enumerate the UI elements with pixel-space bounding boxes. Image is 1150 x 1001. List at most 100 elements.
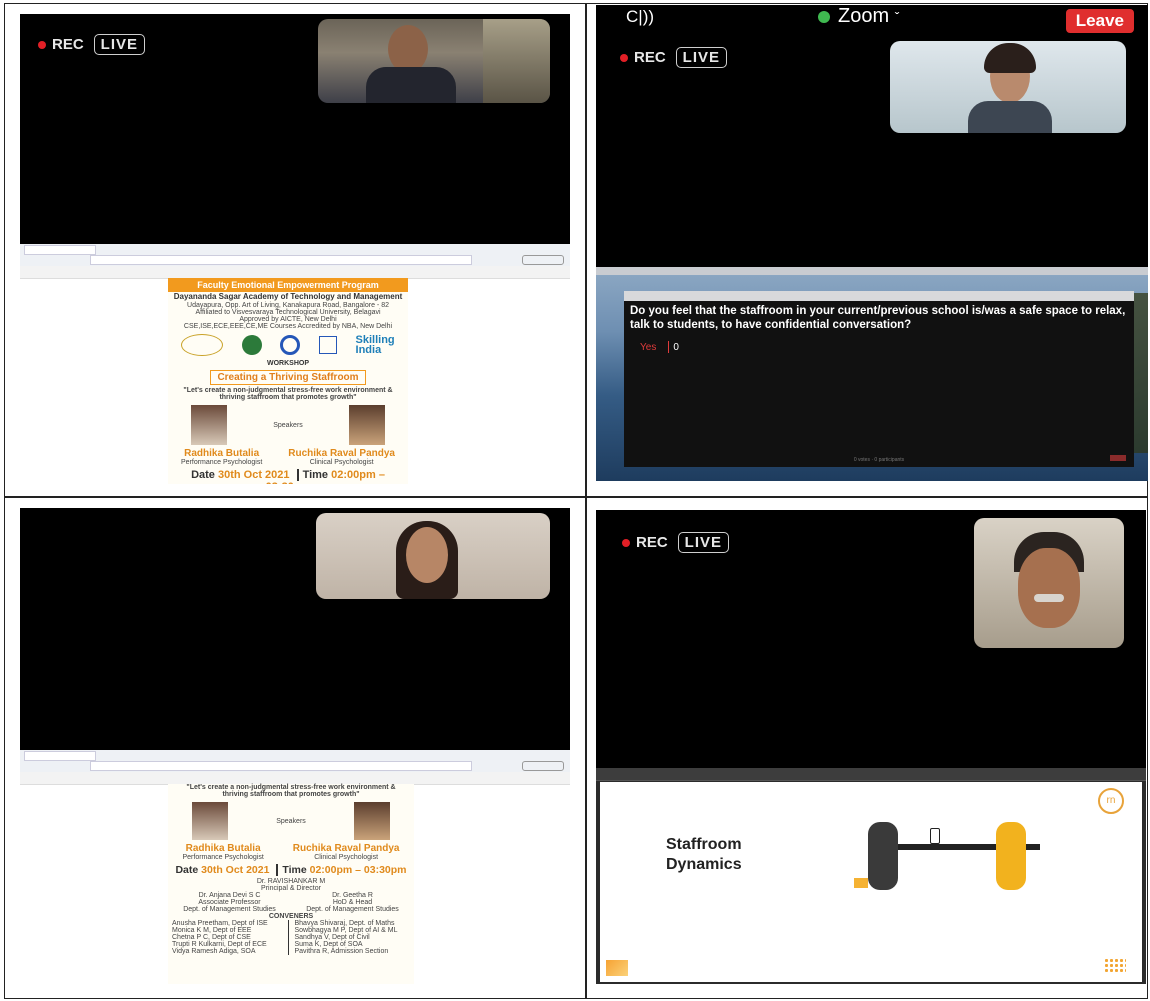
browser-toolbar[interactable] [20, 244, 570, 267]
speakers-row: Speakers [168, 405, 408, 445]
speaker2-photo [348, 405, 385, 445]
address-bar[interactable] [90, 761, 472, 771]
recording-indicator: REC LIVE [38, 34, 146, 55]
recording-indicator: REC LIVE [622, 532, 730, 553]
record-dot-icon [622, 539, 630, 547]
college-address: Udayapura, Opp. Art of Living, Kanakapur… [187, 302, 389, 309]
browser-tab[interactable] [24, 751, 96, 761]
poll-window-chrome[interactable] [624, 291, 1134, 301]
live-badge: LIVE [677, 532, 730, 553]
participant-body [968, 101, 1052, 133]
zoom-app-name: Zoom [838, 5, 890, 27]
college-accreditation: CSE,ISE,ECE,EEE,CE,ME Courses Accredited… [183, 323, 393, 330]
workshop-title: Creating a Thriving Staffroom [210, 370, 366, 385]
zoom-top-bar: C|)) Zoom ˇ Leave [596, 5, 1148, 33]
time-label: Time [276, 864, 307, 876]
coordinator1-name: Dr. Anjana Devi S C [198, 892, 261, 899]
principal-role: Principal & Director [261, 885, 321, 892]
college-affiliation: Affiliated to Visvesvaraya Technological… [195, 309, 381, 316]
poll-question: Do you feel that the staffroom in your c… [630, 305, 1126, 331]
participant-avatar [1018, 548, 1080, 628]
date-time-row: Date 30th Oct 2021 Time 02:00pm – 03:30p… [168, 864, 414, 876]
workshop-poster: Faculty Emotional Empowerment Program Da… [168, 278, 408, 484]
participant-video-thumbnail[interactable] [890, 41, 1126, 133]
address-bar[interactable] [90, 255, 472, 265]
speaker2-name: Ruchika Raval Pandya [288, 448, 395, 459]
rec-label: REC [636, 534, 668, 551]
poll-option-bar [668, 341, 670, 353]
poll-option-row[interactable]: Yes 0 [640, 341, 1134, 353]
shared-screen-browser: Faculty Emotional Empowerment Program Da… [20, 244, 570, 484]
date-time-row: Date 30th Oct 2021 Time 02:00pm – 03:30p… [168, 469, 408, 484]
speaker2-name: Ruchika Raval Pandya [292, 843, 400, 854]
conveners-right-column: Bhavya Shivaraj, Dept. of Maths Sowbhagy… [295, 920, 411, 955]
audio-icon[interactable]: C|)) [626, 7, 654, 27]
convener: Monica K M, Dept of EEE [172, 927, 252, 934]
browser-toolbar[interactable] [20, 750, 570, 773]
speakers-row: Speakers [168, 802, 414, 840]
college-name: Dayananda Sagar Academy of Technology an… [173, 292, 403, 301]
convener: Sandhya V, Dept of Civil [294, 934, 370, 941]
coordinators-row: Dr. Anjana Devi S C Associate Professor … [168, 892, 414, 913]
rec-label: REC [52, 36, 84, 53]
encryption-shield-icon[interactable] [818, 10, 830, 23]
rec-label: REC [634, 49, 666, 66]
cell-divider-horizontal [4, 496, 1148, 498]
workshop-tagline: "Let's create a non-judgmental stress-fr… [186, 784, 396, 798]
convener: Vidya Ramesh Adiga, SOA [172, 948, 256, 955]
time-label: Time [296, 469, 329, 481]
time-value: 02:00pm – 03:30pm [309, 864, 407, 876]
conveners-list: Anusha Preetham, Dept of ISE Monica K M,… [168, 920, 414, 955]
mac-menu-bar[interactable] [596, 267, 1148, 275]
program-title-banner: Faculty Emotional Empowerment Program [168, 278, 408, 292]
illustration-sticky-note [854, 878, 868, 888]
logo-row: Skilling India [172, 332, 404, 358]
coordinator1-role: Associate Professor [198, 899, 261, 906]
slide-title-line2: Dynamics [666, 856, 742, 873]
presentation-toolbar[interactable] [596, 768, 1146, 781]
coordinator2-role: HoD & Head [332, 899, 373, 906]
decorative-dot-grid [1104, 958, 1126, 974]
illustration-person-left [868, 822, 898, 890]
workshop-poster: "Let's create a non-judgmental stress-fr… [168, 784, 414, 984]
workshop-label: WORKSHOP [267, 360, 309, 367]
poll-brand-logo [1110, 455, 1126, 461]
date-value: 30th Oct 2021 [217, 469, 290, 481]
shared-screen-browser: "Let's create a non-judgmental stress-fr… [20, 750, 570, 984]
participant-video-thumbnail[interactable] [974, 518, 1124, 648]
skilling-india-logo: Skilling India [356, 335, 395, 356]
chevron-down-icon[interactable]: ˇ [895, 9, 900, 25]
slide-title-line1: Staffroom [666, 836, 742, 853]
college-logo [181, 334, 224, 356]
speaker2-role: Clinical Psychologist [309, 459, 374, 466]
workshop-tagline: "Let's create a non-judgmental stress-fr… [183, 387, 393, 401]
browser-menu-icon[interactable] [522, 255, 564, 265]
browser-tab[interactable] [24, 245, 96, 255]
zoom-screenshot-4: REC LIVE Staffroom Dynamics rn [596, 510, 1146, 984]
shared-screen-desktop: Do you feel that the staffroom in your c… [596, 267, 1148, 481]
participant-mustache [1034, 594, 1064, 602]
brand-logo: rn [1098, 788, 1124, 814]
convener: Bhavya Shivaraj, Dept. of Maths [294, 920, 395, 927]
cell-divider-vertical [585, 3, 587, 999]
poll-window[interactable]: Do you feel that the staffroom in your c… [624, 291, 1134, 467]
zoom-screenshot-1: REC LIVE Faculty Emotional Empowerment P… [20, 14, 570, 484]
speaker2-role: Clinical Psychologist [314, 854, 379, 861]
coordinator1-dept: Dept. of Management Studies [183, 906, 276, 913]
speaker1-name: Radhika Butalia [184, 448, 260, 459]
live-badge: LIVE [675, 47, 728, 68]
convener: Sowbhagya M P, Dept of AI & ML [294, 927, 398, 934]
date-value: 30th Oct 2021 [201, 864, 270, 876]
speakers-label: Speakers [273, 421, 303, 429]
participant-video-thumbnail[interactable] [318, 19, 550, 103]
browser-menu-icon[interactable] [522, 761, 564, 771]
principal-name: Dr. RAVISHANKAR M [256, 878, 326, 885]
participant-video-thumbnail[interactable] [316, 513, 550, 599]
convener: Chetna P C, Dept of CSE [172, 934, 251, 941]
speaker-names-row: Radhika Butalia Performance Psychologist … [168, 448, 408, 466]
round-logo [280, 335, 301, 355]
conveners-left-column: Anusha Preetham, Dept of ISE Monica K M,… [172, 920, 289, 955]
zoom-title[interactable]: Zoom ˇ [818, 5, 899, 28]
leave-button[interactable]: Leave [1065, 9, 1134, 33]
coordinator2-dept: Dept. of Management Studies [306, 906, 399, 913]
